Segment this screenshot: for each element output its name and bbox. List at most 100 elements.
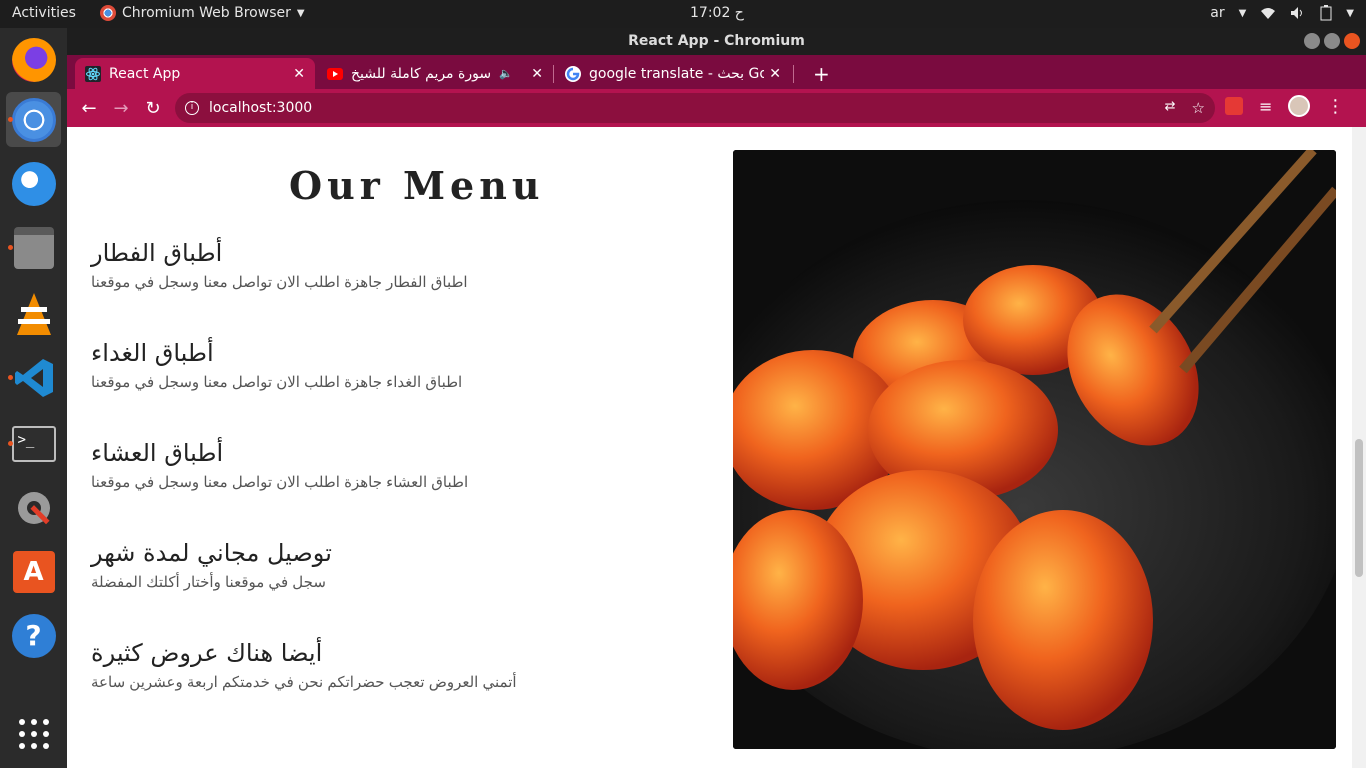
react-icon <box>85 65 101 82</box>
menu-item-description: أتمني العروض تعجب حضراتكم نحن في خدمتكم … <box>91 674 517 691</box>
chromium-icon <box>100 5 116 21</box>
dock-thunderbird[interactable] <box>6 156 61 211</box>
dock-software[interactable]: A <box>6 544 61 599</box>
running-indicator <box>8 117 13 122</box>
tab-google-translate[interactable]: google translate - بحث Go ✕ <box>555 58 791 89</box>
youtube-icon <box>327 67 343 80</box>
window-titlebar[interactable]: React App - Chromium <box>67 28 1366 55</box>
wifi-icon <box>1261 8 1276 19</box>
scrollbar-thumb[interactable] <box>1355 439 1363 577</box>
app-menu[interactable]: Chromium Web Browser ▼ <box>100 5 305 21</box>
menu-item-description: سجل في موقعنا وأختار أكلتك المفضلة <box>91 574 326 591</box>
menu-item: توصيل مجاني لمدة شهر سجل في موقعنا وأختا… <box>91 539 711 591</box>
dock-files[interactable] <box>6 220 61 275</box>
gear-icon <box>17 491 50 524</box>
minimize-button[interactable] <box>1304 33 1320 49</box>
close-tab-icon[interactable]: ✕ <box>531 66 543 82</box>
plus-icon: + <box>813 61 830 86</box>
tab-strip: React App ✕ سورة مريم كاملة للشيخ 🔈 ✕ go… <box>67 55 1366 89</box>
star-icon[interactable]: ☆ <box>1192 99 1205 117</box>
menu-item: أطباق الفطار اطباق الفطار جاهزة اطلب الا… <box>91 239 711 291</box>
tab-label: سورة مريم كاملة للشيخ <box>351 65 492 82</box>
vlc-icon <box>16 292 51 335</box>
menu-item-heading: أطباق الفطار <box>91 239 223 267</box>
google-icon <box>565 65 581 82</box>
maximize-button[interactable] <box>1324 33 1340 49</box>
site-info-icon[interactable]: i <box>185 101 199 115</box>
firefox-icon <box>11 37 56 82</box>
reload-button[interactable]: ↻ <box>137 92 169 124</box>
menu-item-description: اطباق العشاء جاهزة اطلب الان تواصل معنا … <box>91 474 469 491</box>
menu-item-heading: توصيل مجاني لمدة شهر <box>91 539 332 567</box>
dock-terminal[interactable]: >_ <box>6 416 61 471</box>
close-window-button[interactable] <box>1344 33 1360 49</box>
ubuntu-dock: >_ A ? <box>0 28 67 768</box>
media-control-icon[interactable]: ≡ <box>1259 97 1272 116</box>
dock-chromium[interactable] <box>6 92 61 147</box>
window-title: React App - Chromium <box>628 33 805 49</box>
avatar[interactable] <box>1288 95 1311 117</box>
dock-settings[interactable] <box>6 480 61 535</box>
app-grid-icon <box>18 718 49 749</box>
chevron-down-icon: ▼ <box>1238 7 1247 19</box>
chromium-icon <box>11 97 56 142</box>
dock-help[interactable]: ? <box>6 608 61 663</box>
menu-item-heading: أطباق الغداء <box>91 339 214 367</box>
menu-item-heading: أيضا هناك عروض كثيرة <box>91 639 323 667</box>
terminal-icon: >_ <box>11 425 56 462</box>
close-tab-icon[interactable]: ✕ <box>769 66 781 82</box>
tab-youtube[interactable]: سورة مريم كاملة للشيخ 🔈 ✕ <box>317 58 553 89</box>
files-icon <box>13 226 54 269</box>
extension-icon[interactable] <box>1225 97 1243 115</box>
chevron-down-icon: ▼ <box>1346 7 1354 19</box>
tab-label: google translate - بحث Go <box>589 65 764 82</box>
software-center-icon: A <box>12 550 55 593</box>
browser-toolbar: ← → ↻ i localhost:3000 ⇄ ☆ ≡ ⋮ <box>67 89 1366 127</box>
menu-dots-icon[interactable]: ⋮ <box>1326 96 1344 117</box>
address-bar[interactable]: i localhost:3000 ⇄ ☆ <box>175 93 1215 123</box>
arrow-right-icon: → <box>113 97 129 119</box>
dock-vlc[interactable] <box>6 286 61 341</box>
app-menu-label: Chromium Web Browser <box>122 5 291 21</box>
language-indicator[interactable]: ar <box>1210 5 1224 21</box>
gnome-top-bar: Activities Chromium Web Browser ▼ 17:02 … <box>0 0 1366 28</box>
close-tab-icon[interactable]: ✕ <box>293 66 305 82</box>
running-indicator <box>8 441 13 446</box>
forward-button[interactable]: → <box>105 92 137 124</box>
menu-item: أطباق العشاء اطباق العشاء جاهزة اطلب الا… <box>91 439 711 491</box>
speaker-icon[interactable]: 🔈 <box>499 67 513 80</box>
translate-icon[interactable]: ⇄ <box>1165 99 1176 117</box>
activities-button[interactable]: Activities <box>12 5 76 21</box>
running-indicator <box>8 245 13 250</box>
dock-vscode[interactable] <box>6 350 61 405</box>
new-tab-button[interactable]: + <box>803 58 837 89</box>
reload-icon: ↻ <box>145 97 161 119</box>
clock[interactable]: 17:02 ح <box>690 5 744 21</box>
system-tray[interactable]: ar ▼ ▼ <box>1210 5 1354 21</box>
menu-item-description: اطباق الفطار جاهزة اطلب الان تواصل معنا … <box>91 274 468 291</box>
vscode-icon <box>14 358 53 397</box>
back-button[interactable]: ← <box>73 92 105 124</box>
menu-item: أيضا هناك عروض كثيرة أتمني العروض تعجب ح… <box>91 639 711 691</box>
thunderbird-icon <box>11 161 56 206</box>
page-content: Our Menu أطباق الفطار اطباق الفطار جاهزة… <box>67 127 1366 768</box>
menu-item-heading: أطباق العشاء <box>91 439 224 467</box>
menu-item-description: اطباق الغداء جاهزة اطلب الان تواصل معنا … <box>91 374 463 391</box>
tab-separator <box>793 65 794 83</box>
arrow-left-icon: ← <box>81 97 97 119</box>
running-indicator <box>8 375 13 380</box>
page-title: Our Menu <box>289 163 545 208</box>
tab-label: React App <box>109 65 181 82</box>
shrimp-dish-photo <box>733 150 1336 749</box>
tab-separator <box>553 65 554 83</box>
dock-firefox[interactable] <box>6 32 61 87</box>
help-icon: ? <box>11 613 56 658</box>
battery-icon <box>1320 5 1332 21</box>
browser-window: React App - Chromium React App ✕ سورة مر… <box>67 28 1366 768</box>
show-applications-button[interactable] <box>6 706 61 761</box>
chevron-down-icon: ▼ <box>296 7 305 19</box>
url-text[interactable]: localhost:3000 <box>209 100 312 116</box>
volume-icon <box>1291 7 1303 19</box>
page-scrollbar[interactable] <box>1352 127 1366 768</box>
tab-react-app[interactable]: React App ✕ <box>75 58 315 89</box>
